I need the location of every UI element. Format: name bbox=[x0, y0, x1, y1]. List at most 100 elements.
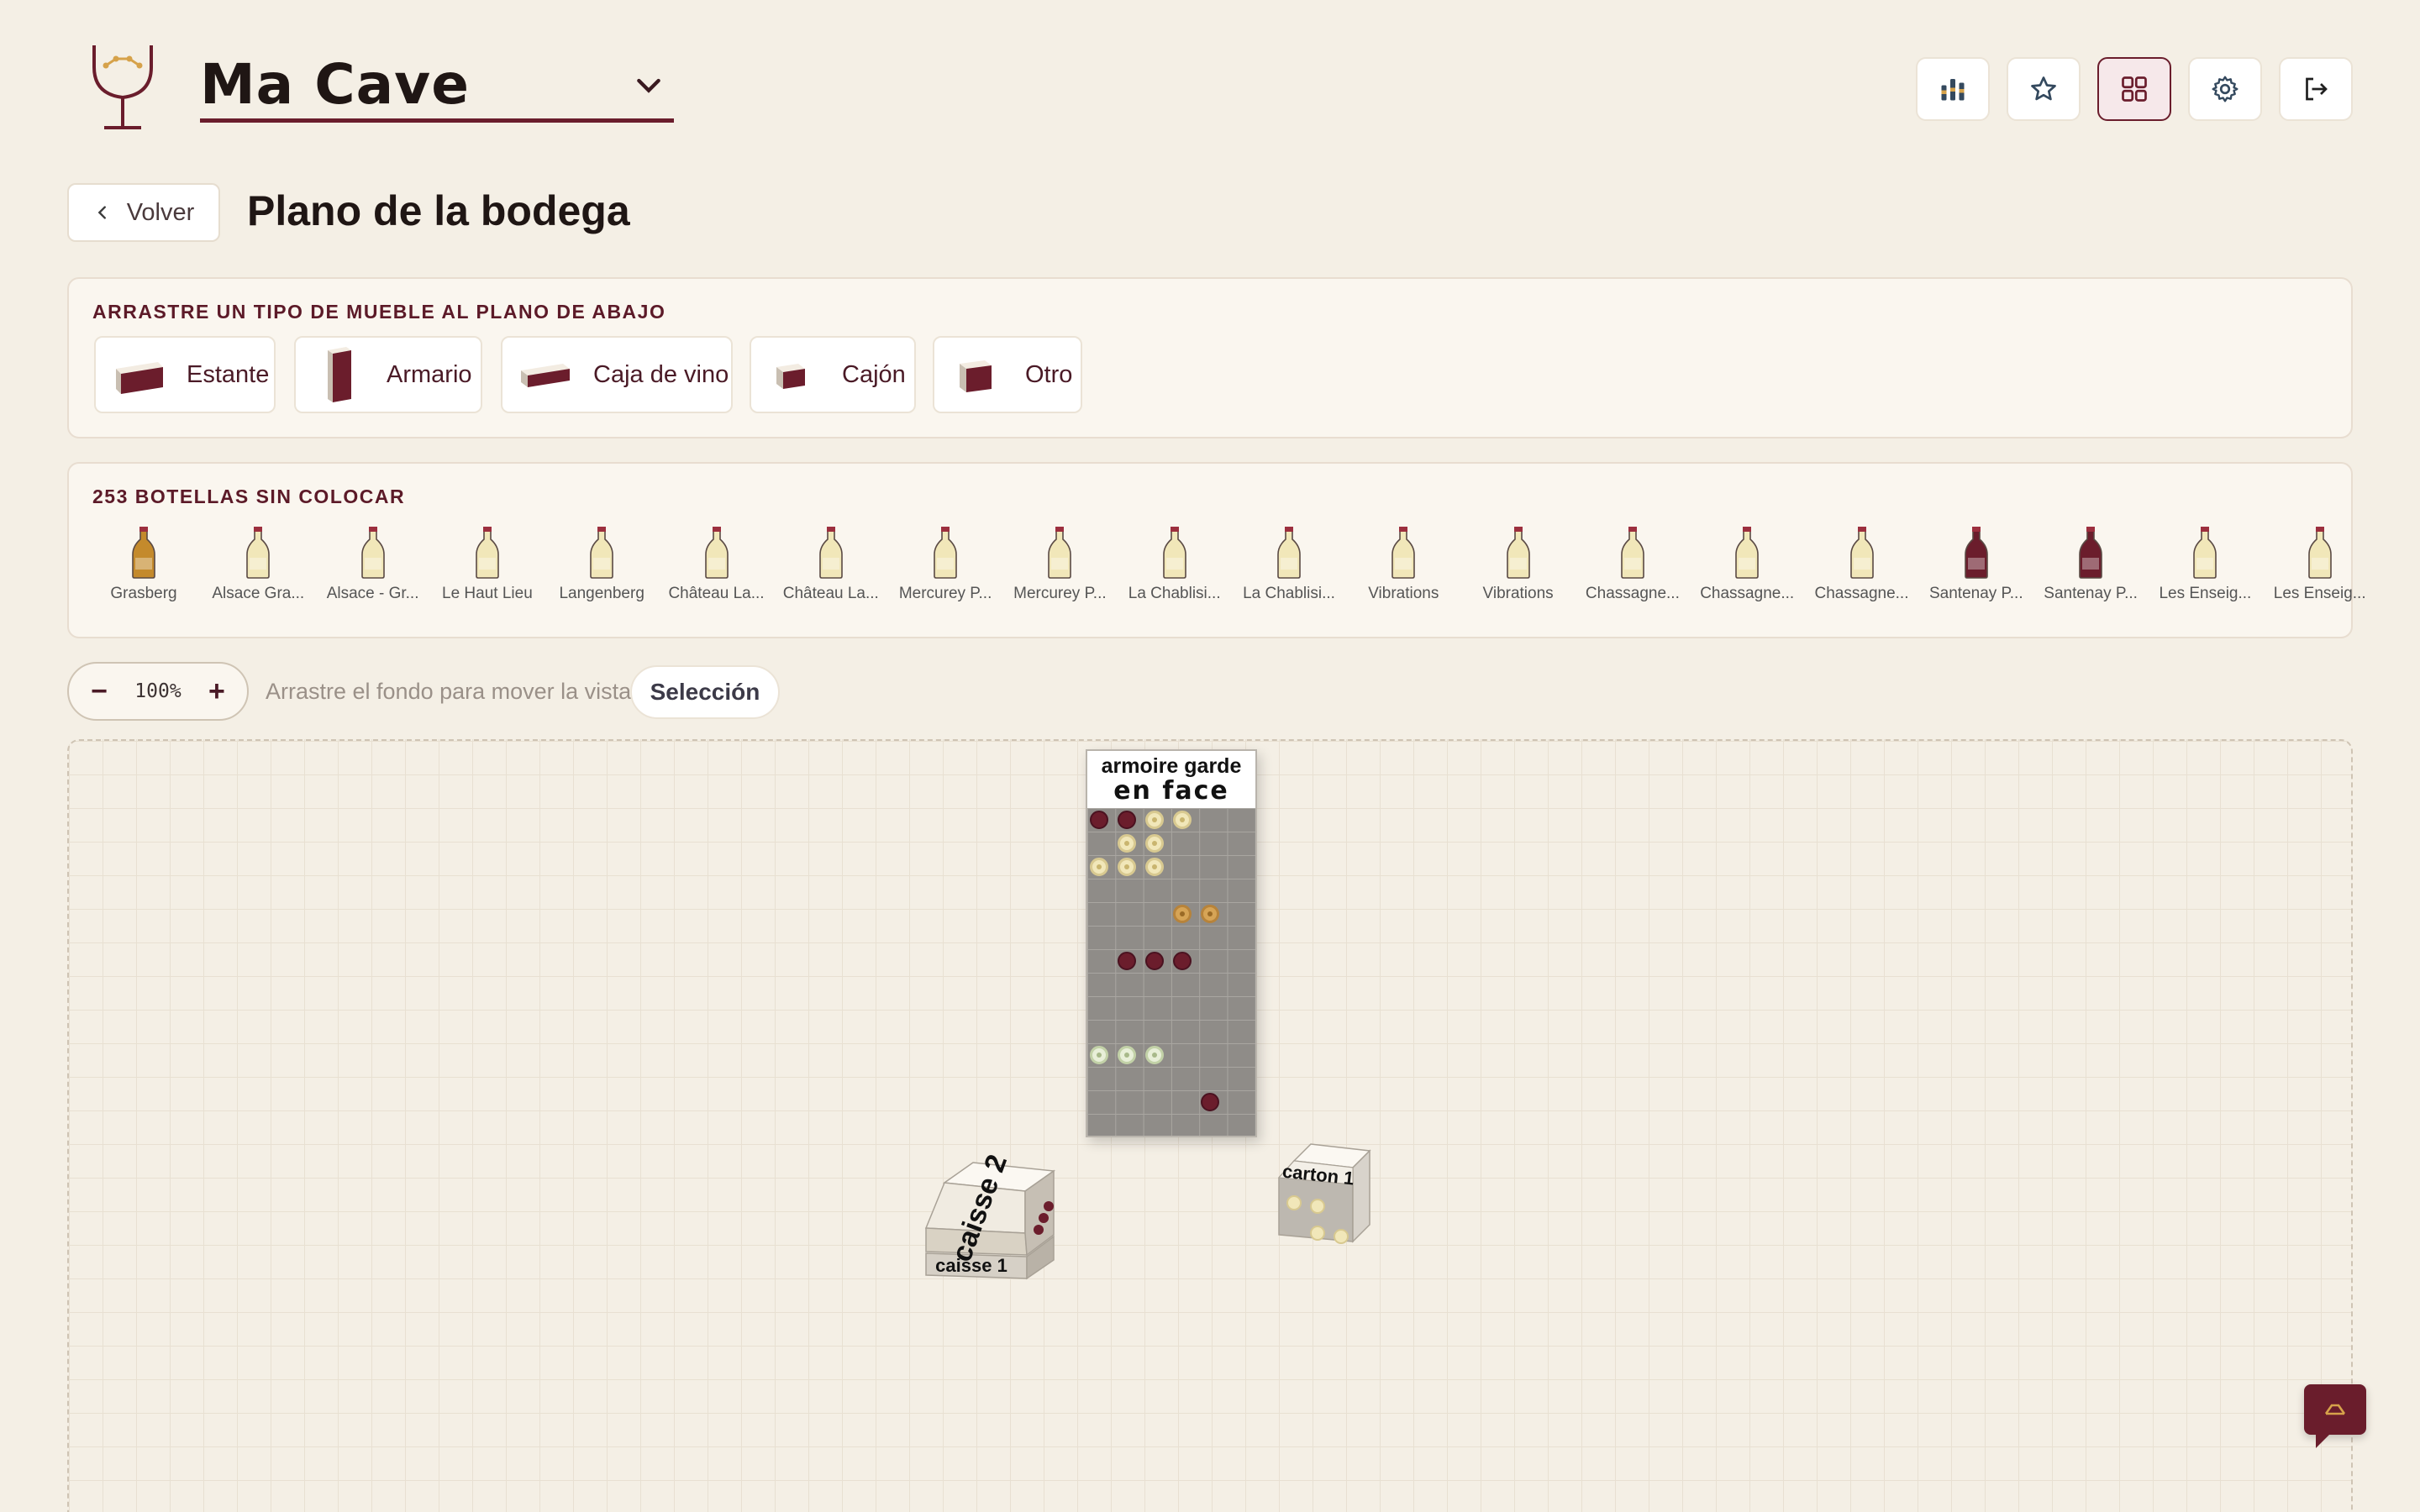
bottle-slot[interactable] bbox=[1118, 858, 1136, 876]
unplaced-bottle[interactable]: Chassagne... bbox=[1692, 526, 1802, 610]
unplaced-bottle[interactable]: Chassagne... bbox=[1578, 526, 1687, 610]
grid-icon bbox=[2122, 76, 2147, 102]
assistant-logo-icon bbox=[2324, 1404, 2346, 1415]
bottle-icon bbox=[246, 527, 271, 579]
furniture-cabinet[interactable]: Armario bbox=[294, 336, 482, 413]
bottle-icon bbox=[934, 527, 957, 579]
bottle-icon bbox=[476, 527, 499, 579]
chevron-left-icon bbox=[97, 206, 106, 219]
carton-drawing: carton 1 bbox=[1277, 1143, 1371, 1244]
bottle-name: Langenberg bbox=[559, 585, 644, 602]
furniture-drawer[interactable]: Cajón bbox=[750, 336, 916, 413]
crate-stack[interactable]: caisse 2 caisse 1 bbox=[909, 1077, 1128, 1295]
unplaced-bottle[interactable]: Chassagne... bbox=[1807, 526, 1917, 610]
bottle-slot[interactable] bbox=[1201, 1093, 1219, 1111]
bottle-icon bbox=[2079, 527, 2102, 579]
cellar-plan-button[interactable] bbox=[2097, 57, 2171, 121]
unplaced-bottle[interactable]: Château La... bbox=[776, 526, 886, 610]
unplaced-bottle[interactable]: Mercurey P... bbox=[891, 526, 1000, 610]
favorites-button[interactable] bbox=[2007, 57, 2081, 121]
bottle-name: Alsace - Gr... bbox=[326, 585, 419, 602]
furniture-other-label: Otro bbox=[1025, 360, 1073, 388]
bottle-slot[interactable] bbox=[1145, 858, 1164, 876]
drawer-icon bbox=[776, 364, 805, 389]
carton-furniture[interactable]: carton 1 bbox=[1262, 1136, 1397, 1270]
unplaced-bottle[interactable]: Alsace - Gr... bbox=[318, 526, 428, 610]
cellar-selector[interactable]: Ma Cave bbox=[200, 50, 674, 123]
unplaced-bottle[interactable]: Santenay P... bbox=[1922, 526, 2031, 610]
settings-button[interactable] bbox=[2188, 57, 2262, 121]
bottle-name: Mercurey P... bbox=[898, 585, 992, 602]
bottle-name: Le Haut Lieu bbox=[442, 585, 533, 602]
bottle-name: Chassagne... bbox=[1585, 585, 1680, 602]
assistant-chat-button[interactable] bbox=[2304, 1384, 2366, 1448]
bottle-icon bbox=[704, 527, 729, 579]
unplaced-bottle[interactable]: La Chablisi... bbox=[1120, 526, 1229, 610]
bottle-slot[interactable] bbox=[1118, 811, 1136, 829]
bottle-name: Château La... bbox=[668, 585, 765, 602]
furniture-wine-case-label: Caja de vino bbox=[593, 360, 729, 388]
chevron-down-icon bbox=[637, 78, 660, 93]
bottle-name: Santenay P... bbox=[2044, 585, 2138, 602]
logout-button[interactable] bbox=[2279, 57, 2353, 121]
furniture-wine-case[interactable]: Caja de vino bbox=[501, 336, 733, 413]
cellar-name: Ma Cave bbox=[200, 52, 470, 117]
unplaced-bottle[interactable]: Les Enseig... bbox=[2265, 526, 2375, 610]
bottle-slot[interactable] bbox=[1201, 905, 1219, 923]
furniture-panel: ARRASTRE UN TIPO DE MUEBLE AL PLANO DE A… bbox=[67, 277, 2353, 438]
bottle-slot[interactable] bbox=[1090, 811, 1108, 829]
bottle-slot[interactable] bbox=[1145, 1046, 1164, 1064]
shelf-icon bbox=[116, 362, 163, 394]
bottle-icon bbox=[818, 527, 843, 579]
selection-button[interactable]: Selección bbox=[630, 665, 780, 719]
bottle-icon bbox=[590, 527, 613, 579]
star-icon bbox=[2031, 76, 2056, 101]
armoire-label-line1: armoire garde bbox=[1101, 754, 1242, 778]
furniture-shelf[interactable]: Estante bbox=[94, 336, 276, 413]
bottle-icon bbox=[1964, 527, 1988, 579]
unplaced-bottle[interactable]: La Chablisi... bbox=[1234, 526, 1344, 610]
unplaced-bottle[interactable]: Le Haut Lieu bbox=[433, 526, 542, 610]
zoom-level: 100% bbox=[134, 680, 182, 702]
stats-button[interactable] bbox=[1916, 57, 1990, 121]
bottle-slot[interactable] bbox=[1118, 1046, 1136, 1064]
bottle-slot[interactable] bbox=[1090, 858, 1108, 876]
unplaced-bottle[interactable]: Château La... bbox=[662, 526, 771, 610]
bottle-name: Alsace Gra... bbox=[212, 585, 305, 602]
furniture-panel-label: ARRASTRE UN TIPO DE MUEBLE AL PLANO DE A… bbox=[92, 301, 666, 323]
bottle-icon bbox=[1048, 527, 1072, 579]
bar-chart-icon bbox=[1941, 79, 1965, 101]
unplaced-bottle[interactable]: Alsace Gra... bbox=[203, 526, 313, 610]
zoom-out-button[interactable]: − bbox=[86, 675, 113, 708]
bottle-slot[interactable] bbox=[1118, 952, 1136, 970]
unplaced-bottle[interactable]: Mercurey P... bbox=[1005, 526, 1114, 610]
bottle-slot[interactable] bbox=[1173, 952, 1192, 970]
furniture-other[interactable]: Otro bbox=[933, 336, 1082, 413]
crate-bottom-label: caisse 1 bbox=[935, 1255, 1007, 1276]
bottle-slot[interactable] bbox=[1173, 811, 1192, 829]
bottle-name: Les Enseig... bbox=[2273, 585, 2366, 602]
bottle-slot[interactable] bbox=[1090, 1046, 1108, 1064]
bottle-slot[interactable] bbox=[1173, 905, 1192, 923]
bottle-slot[interactable] bbox=[1145, 811, 1164, 829]
furniture-cabinet-label: Armario bbox=[387, 360, 472, 388]
unplaced-bottle[interactable]: Vibrations bbox=[1349, 526, 1458, 610]
bottle-name: La Chablisi... bbox=[1243, 585, 1335, 602]
bottle-name: La Chablisi... bbox=[1128, 585, 1221, 602]
unplaced-bottle[interactable]: Langenberg bbox=[547, 526, 656, 610]
unplaced-bottle[interactable]: Santenay P... bbox=[2036, 526, 2145, 610]
zoom-in-button[interactable]: + bbox=[203, 675, 230, 708]
bottle-name: Les Enseig... bbox=[2159, 585, 2252, 602]
back-button[interactable]: Volver bbox=[67, 183, 220, 242]
bottle-slot[interactable] bbox=[1145, 952, 1164, 970]
logout-icon bbox=[2306, 77, 2328, 101]
unplaced-bottle[interactable]: Les Enseig... bbox=[2150, 526, 2260, 610]
bottle-icon bbox=[360, 527, 385, 579]
bottle-icon bbox=[132, 527, 155, 579]
unplaced-bottle[interactable]: Vibrations bbox=[1464, 526, 1573, 610]
bottle-slot[interactable] bbox=[1145, 834, 1164, 853]
unplaced-bottle[interactable]: Grasberg bbox=[89, 526, 198, 610]
bottle-icon bbox=[1277, 527, 1301, 579]
cellar-plan-canvas[interactable]: armoire garde en face caisse 2 caisse 1 … bbox=[67, 739, 2353, 1512]
bottle-slot[interactable] bbox=[1118, 834, 1136, 853]
